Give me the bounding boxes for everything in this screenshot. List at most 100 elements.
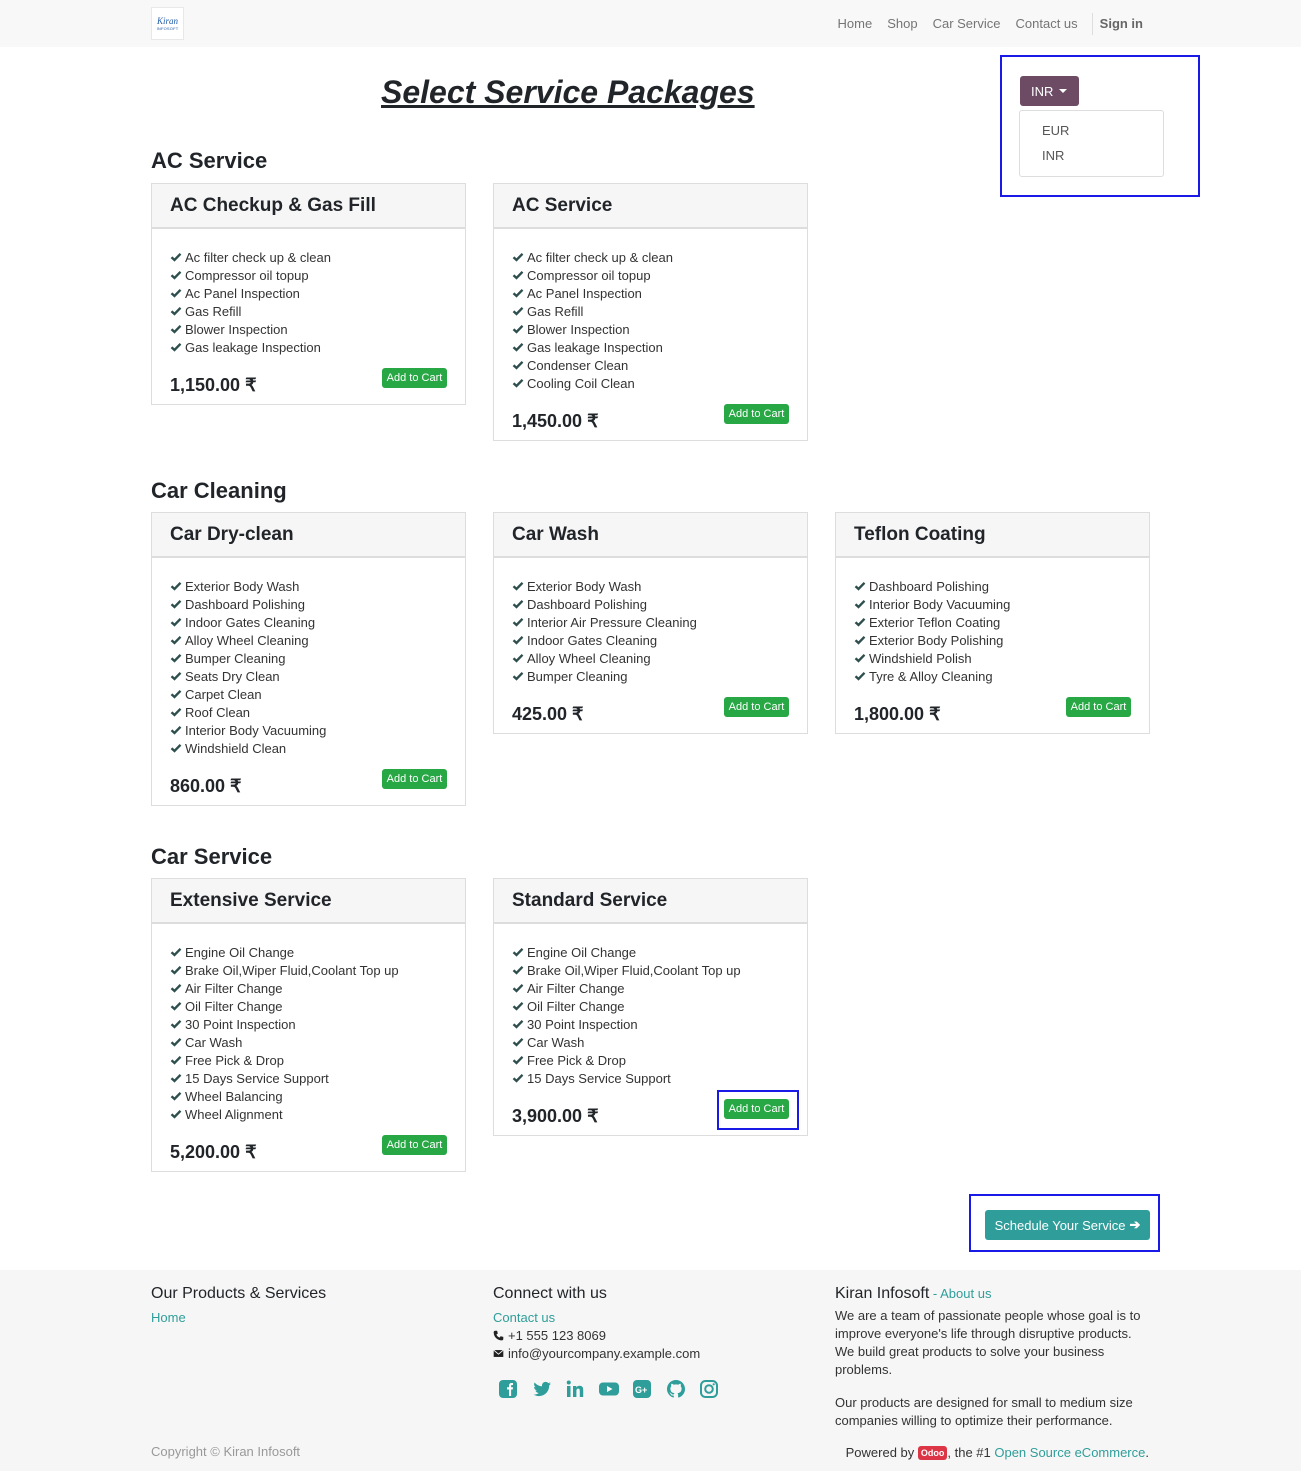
check-icon bbox=[512, 306, 524, 316]
check-icon bbox=[512, 947, 524, 957]
svg-text:G+: G+ bbox=[635, 1385, 647, 1395]
feature-text: 15 Days Service Support bbox=[185, 1070, 329, 1086]
footer-contact-link[interactable]: Contact us bbox=[493, 1310, 555, 1325]
check-icon bbox=[854, 635, 866, 645]
feature-text: Car Wash bbox=[185, 1034, 243, 1050]
nav-car-service[interactable]: Car Service bbox=[933, 16, 1001, 31]
check-icon bbox=[854, 653, 866, 663]
feature-text: Ac Panel Inspection bbox=[185, 285, 300, 301]
powered-prefix: Powered by bbox=[845, 1445, 918, 1460]
add-to-cart-button[interactable]: Add to Cart bbox=[382, 368, 447, 388]
service-card-body: Dashboard Polishing Interior Body Vacuumi… bbox=[836, 558, 1149, 733]
caret-down-icon bbox=[1059, 89, 1068, 93]
feature-text: 15 Days Service Support bbox=[527, 1070, 671, 1086]
feature-text: Free Pick & Drop bbox=[185, 1052, 284, 1068]
powered-suffix: . bbox=[1145, 1445, 1149, 1460]
feature-item: Ac filter check up & clean bbox=[512, 248, 789, 266]
nav-shop[interactable]: Shop bbox=[887, 16, 917, 31]
feature-text: Exterior Body Polishing bbox=[869, 632, 1004, 648]
feature-item: Exterior Body Polishing bbox=[854, 631, 1131, 649]
google-plus-icon[interactable]: G+ bbox=[631, 1378, 653, 1400]
feature-item: Free Pick & Drop bbox=[170, 1051, 447, 1069]
envelope-icon bbox=[493, 1349, 504, 1357]
sign-in-link[interactable]: Sign in bbox=[1100, 16, 1143, 31]
footer-about-para2: Our products are designed for small to m… bbox=[835, 1395, 1133, 1428]
nav-menu: Home Shop Car Service Contact us Sign in bbox=[823, 0, 1143, 47]
footer-about-link[interactable]: About us bbox=[940, 1286, 991, 1301]
feature-text: Windshield Polish bbox=[869, 650, 972, 666]
section-title-car-cleaning: Car Cleaning bbox=[151, 478, 287, 503]
footer-products-column: Our Products & Services Home bbox=[151, 1285, 326, 1327]
service-card-body: Ac filter check up & clean Compressor oil… bbox=[494, 229, 807, 440]
check-icon bbox=[170, 1037, 182, 1047]
add-to-cart-button[interactable]: Add to Cart bbox=[382, 1135, 447, 1155]
feature-item: Dashboard Polishing bbox=[170, 595, 447, 613]
footer-phone: +1 555 123 8069 bbox=[493, 1327, 700, 1345]
add-to-cart-button[interactable]: Add to Cart bbox=[724, 697, 789, 717]
price: 1,450.00 ₹ bbox=[512, 411, 599, 431]
feature-item: Seats Dry Clean bbox=[170, 667, 447, 685]
nav-contact-us[interactable]: Contact us bbox=[1016, 16, 1078, 31]
check-icon bbox=[170, 983, 182, 993]
service-card-body: Exterior Body Wash Dashboard Polishing Ind… bbox=[152, 558, 465, 805]
feature-item: Free Pick & Drop bbox=[512, 1051, 789, 1069]
footer-email: info@yourcompany.example.com bbox=[493, 1345, 700, 1363]
price: 425.00 ₹ bbox=[512, 704, 584, 724]
check-icon bbox=[512, 671, 524, 681]
facebook-icon[interactable] bbox=[497, 1378, 519, 1400]
currency-option-eur[interactable]: EUR bbox=[1020, 121, 1163, 146]
feature-text: Gas Refill bbox=[527, 303, 584, 319]
check-icon bbox=[512, 324, 524, 334]
footer-connect-title: Connect with us bbox=[493, 1285, 607, 1302]
instagram-icon[interactable] bbox=[698, 1378, 720, 1400]
add-to-cart-button[interactable]: Add to Cart bbox=[382, 769, 447, 789]
feature-item: Air Filter Change bbox=[512, 979, 789, 997]
github-icon[interactable] bbox=[665, 1378, 687, 1400]
add-to-cart-button[interactable]: Add to Cart bbox=[1066, 697, 1131, 717]
feature-text: Wheel Alignment bbox=[185, 1106, 283, 1122]
footer-home-link[interactable]: Home bbox=[151, 1310, 186, 1325]
check-icon bbox=[170, 653, 182, 663]
feature-item: Car Wash bbox=[512, 1033, 789, 1051]
feature-text: Engine Oil Change bbox=[185, 944, 295, 960]
check-icon bbox=[854, 617, 866, 627]
nav-home[interactable]: Home bbox=[838, 16, 873, 31]
twitter-icon[interactable] bbox=[531, 1378, 553, 1400]
feature-item: Brake Oil,Wiper Fluid,Coolant Top up bbox=[170, 961, 447, 979]
feature-text: Gas leakage Inspection bbox=[185, 339, 321, 355]
linkedin-icon[interactable] bbox=[564, 1378, 586, 1400]
feature-item: Indoor Gates Cleaning bbox=[512, 631, 789, 649]
feature-text: Brake Oil,Wiper Fluid,Coolant Top up bbox=[527, 962, 741, 978]
check-icon bbox=[170, 599, 182, 609]
check-icon bbox=[170, 1073, 182, 1083]
feature-text: Alloy Wheel Cleaning bbox=[185, 632, 309, 648]
feature-item: Condenser Clean bbox=[512, 356, 789, 374]
schedule-service-button[interactable]: Schedule Your Service ➔ bbox=[985, 1210, 1150, 1240]
currency-selected: INR bbox=[1031, 83, 1054, 99]
schedule-service-label: Schedule Your Service bbox=[994, 1217, 1126, 1233]
service-card-body: Engine Oil Change Brake Oil,Wiper Fluid,C… bbox=[152, 924, 465, 1171]
check-icon bbox=[512, 1073, 524, 1083]
currency-option-inr[interactable]: INR bbox=[1020, 146, 1163, 171]
currency-dropdown-button[interactable]: INR bbox=[1020, 76, 1079, 106]
open-source-ecommerce-link[interactable]: Open Source eCommerce bbox=[994, 1445, 1145, 1460]
footer-about-title: Kiran Infosoft - About us bbox=[835, 1285, 1150, 1303]
odoo-badge[interactable]: Odoo bbox=[917, 1446, 948, 1460]
feature-item: Oil Filter Change bbox=[170, 997, 447, 1015]
footer-about-para1: We are a team of passionate people whose… bbox=[835, 1308, 1141, 1377]
check-icon bbox=[170, 1019, 182, 1029]
check-icon bbox=[170, 689, 182, 699]
service-card-title: Standard Service bbox=[494, 879, 807, 924]
feature-item: Engine Oil Change bbox=[170, 943, 447, 961]
feature-text: Bumper Cleaning bbox=[527, 668, 628, 684]
feature-item: Exterior Teflon Coating bbox=[854, 613, 1131, 631]
feature-item: Dashboard Polishing bbox=[854, 577, 1131, 595]
add-to-cart-button[interactable]: Add to Cart bbox=[724, 404, 789, 424]
feature-text: Indoor Gates Cleaning bbox=[527, 632, 658, 648]
check-icon bbox=[170, 306, 182, 316]
youtube-icon[interactable] bbox=[598, 1378, 620, 1400]
price-row: 425.00 ₹ Add to Cart bbox=[512, 697, 789, 733]
check-icon bbox=[512, 342, 524, 352]
company-logo[interactable]: Kiran INFOSOFT bbox=[151, 7, 184, 40]
footer-about-column: Kiran Infosoft - About us We are a team … bbox=[835, 1285, 1150, 1430]
